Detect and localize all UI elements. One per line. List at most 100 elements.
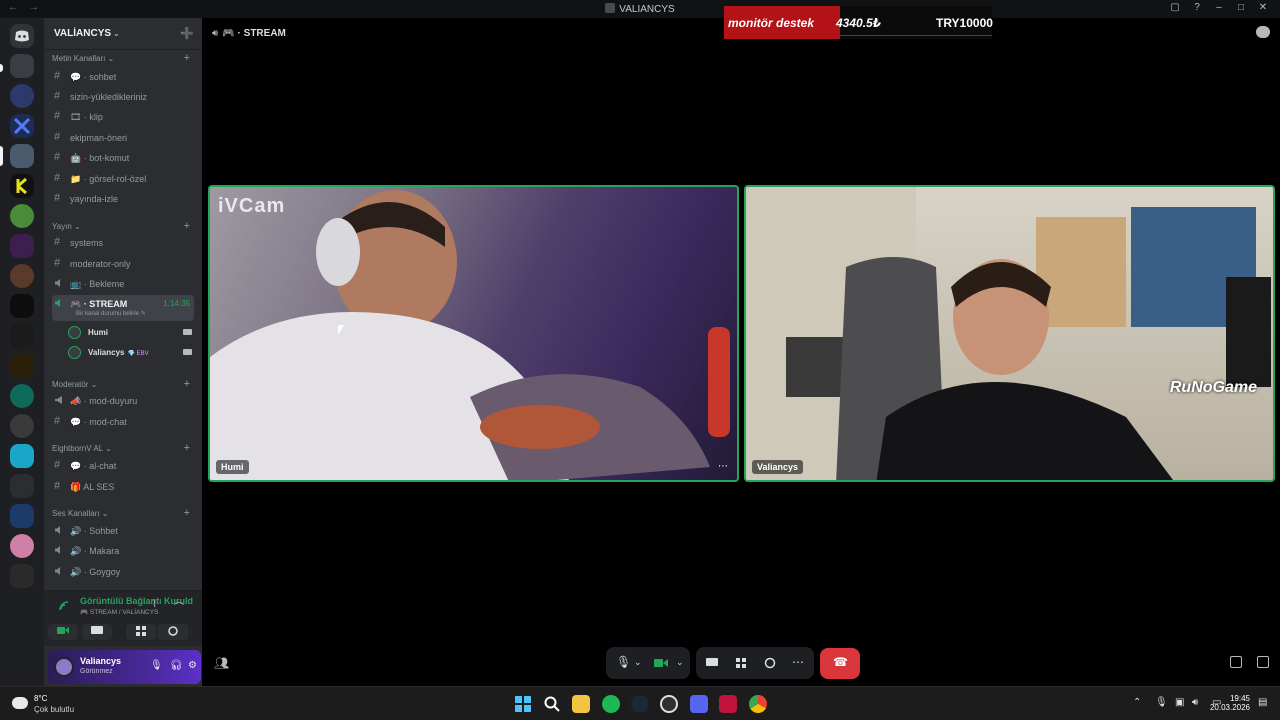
help-icon[interactable]: ? xyxy=(1186,2,1208,13)
voice-user-valiancys[interactable]: Valiancys 💎 EBV xyxy=(68,344,194,362)
mic-icon[interactable]: 🎙︎ xyxy=(150,660,163,671)
close-button[interactable]: ✕ xyxy=(1252,2,1274,13)
camera-options-chevron-icon[interactable]: ⌄ xyxy=(676,657,684,668)
spotify-icon[interactable] xyxy=(602,695,620,713)
add-channel-icon[interactable]: + xyxy=(184,442,190,454)
voice-user-humi[interactable]: Humi xyxy=(68,324,194,342)
discord-home-icon[interactable] xyxy=(10,24,34,48)
camera-icon[interactable] xyxy=(654,658,668,668)
server-icon-kogu[interactable] xyxy=(10,354,34,378)
minimize-button[interactable]: – xyxy=(1208,2,1230,13)
channel-yuklediklerin[interactable]: # sizin-yükledikleriniz xyxy=(52,88,194,106)
server-icon-11[interactable] xyxy=(10,384,34,408)
invite-icon[interactable]: ➕ xyxy=(180,27,194,40)
channel-bekleme[interactable]: 📺 · Bekleme xyxy=(52,275,194,293)
server-icon-2[interactable] xyxy=(10,84,34,108)
search-icon[interactable] xyxy=(543,695,561,713)
tray-overflow-icon[interactable]: ⌃ xyxy=(1133,697,1141,708)
user-panel-name[interactable]: Valiancys xyxy=(80,656,121,666)
video-tile-valiancys[interactable]: RuNoGame Valiancys xyxy=(744,185,1275,482)
server-icon-w[interactable] xyxy=(10,324,34,348)
channel-goygoy[interactable]: 🔊 · Goygoy xyxy=(52,563,194,581)
maximize-button[interactable]: □ xyxy=(1230,2,1252,13)
obs-icon[interactable] xyxy=(660,695,678,713)
headphones-icon[interactable]: 🎧︎ xyxy=(170,660,183,671)
add-channel-icon[interactable]: + xyxy=(184,220,190,232)
soundboard-button[interactable] xyxy=(158,624,188,640)
inbox-icon[interactable]: ▢ xyxy=(1164,2,1186,13)
add-channel-icon[interactable]: + xyxy=(184,52,190,64)
channel-systems[interactable]: # systems xyxy=(52,234,194,252)
channel-makara[interactable]: 🔊 · Makara xyxy=(52,542,194,560)
screen-share-icon[interactable] xyxy=(706,658,718,668)
channel-gorsel[interactable]: # 📁 · görsel-rol-özel xyxy=(52,170,194,188)
category-moderator[interactable]: Moderatör ⌄ + xyxy=(52,378,194,390)
server-icon-8[interactable] xyxy=(10,294,34,318)
activities-button[interactable] xyxy=(126,624,156,640)
category-broadcast[interactable]: Yayın ⌄ + xyxy=(52,220,194,232)
disconnect-icon[interactable]: ⌒ xyxy=(174,599,184,614)
clock[interactable]: 19:45 20.03.2026 xyxy=(1210,694,1250,712)
channel-yayinda[interactable]: # yayında-izle xyxy=(52,190,194,208)
category-eighthborn[interactable]: EightbornV AL ⌄ + xyxy=(52,442,194,454)
add-people-icon[interactable]: 👥︎ xyxy=(214,656,229,670)
server-icon-14[interactable] xyxy=(10,474,34,498)
channel-al-ses[interactable]: # 🎁 AL SES xyxy=(52,478,194,496)
add-channel-icon[interactable]: + xyxy=(184,507,190,519)
category-voice[interactable]: Ses Kanalları ⌄ + xyxy=(52,507,194,519)
channel-sohbet[interactable]: # 💬 · sohbet xyxy=(52,68,194,86)
chat-icon[interactable] xyxy=(1256,26,1270,38)
server-icon-17[interactable] xyxy=(10,564,34,588)
chrome-icon[interactable] xyxy=(749,695,767,713)
steam-icon[interactable] xyxy=(631,695,649,713)
fullscreen-icon[interactable] xyxy=(1257,656,1269,668)
popout-icon[interactable] xyxy=(1230,656,1242,668)
more-options-icon[interactable]: ⋯ xyxy=(792,655,804,669)
server-icon-5[interactable] xyxy=(10,204,34,228)
guild-header[interactable]: VALİANCYS ⌄ ➕ xyxy=(44,18,202,50)
weather-temp[interactable]: 8°C xyxy=(34,694,47,703)
channel-botkomut[interactable]: # 🤖 · bot-komut xyxy=(52,149,194,167)
server-icon-mr[interactable] xyxy=(10,414,34,438)
video-tile-humi[interactable]: iVCam Humi ⋯ xyxy=(208,185,739,482)
server-icon-k[interactable] xyxy=(10,174,34,198)
weather-desc[interactable]: Çok bulutlu xyxy=(34,705,74,714)
server-icon-nm[interactable] xyxy=(10,234,34,258)
soundboard-icon[interactable] xyxy=(764,657,776,669)
signal-icon[interactable] xyxy=(58,600,70,612)
disconnect-button[interactable]: ☎︎ xyxy=(820,648,860,679)
server-icon-13[interactable] xyxy=(10,444,34,468)
server-icon-15[interactable] xyxy=(10,504,34,528)
channel-v-sohbet[interactable]: 🔊 · Sohbet xyxy=(52,522,194,540)
noise-suppression-icon[interactable]: ⌇ xyxy=(152,599,157,610)
file-explorer-icon[interactable] xyxy=(572,695,590,713)
activities-icon[interactable] xyxy=(736,658,746,668)
server-icon-16[interactable] xyxy=(10,534,34,558)
server-icon-7[interactable] xyxy=(10,264,34,288)
user-avatar[interactable] xyxy=(54,657,74,677)
mic-tray-icon[interactable]: 🎙︎ xyxy=(1155,697,1168,708)
server-icon-valiancys[interactable] xyxy=(10,144,34,168)
channel-moderator-only[interactable]: # moderator-only xyxy=(52,255,194,273)
settings-gear-icon[interactable]: ⚙ xyxy=(188,660,197,671)
server-icon-x[interactable] xyxy=(10,114,34,138)
camera-toggle-button[interactable] xyxy=(48,624,78,640)
mic-options-chevron-icon[interactable]: ⌄ xyxy=(634,657,642,668)
channel-mod-duyuru[interactable]: 📣 · mod-duyuru xyxy=(52,392,194,410)
channel-al-chat[interactable]: # 💬 · al-chat xyxy=(52,457,194,475)
connection-location[interactable]: 🎮 STREAM / VALİANCYS xyxy=(80,608,158,616)
add-channel-icon[interactable]: + xyxy=(184,378,190,390)
windows-start-icon[interactable] xyxy=(514,695,532,713)
discord-taskbar-icon[interactable] xyxy=(690,695,708,713)
channel-mod-chat[interactable]: # 💬 · mod-chat xyxy=(52,413,194,431)
app-a-icon[interactable] xyxy=(719,695,737,713)
category-text[interactable]: Metin Kanalları ⌄ + xyxy=(52,52,194,64)
mic-icon[interactable]: 🎙︎ xyxy=(616,655,631,669)
cloud-icon[interactable] xyxy=(12,697,28,709)
network-icon[interactable]: ▣ xyxy=(1175,697,1184,708)
server-icon-1[interactable] xyxy=(10,54,34,78)
more-options-icon[interactable]: ⋯ xyxy=(718,461,729,472)
channel-status[interactable]: Bir kanal durumu belirle ✎ xyxy=(76,310,146,317)
channel-klip[interactable]: # 🎞 · klip xyxy=(52,108,194,126)
channel-stream[interactable]: 🎮 · STREAM 1:14:35 Bir kanal durumu belirl… xyxy=(52,295,194,321)
